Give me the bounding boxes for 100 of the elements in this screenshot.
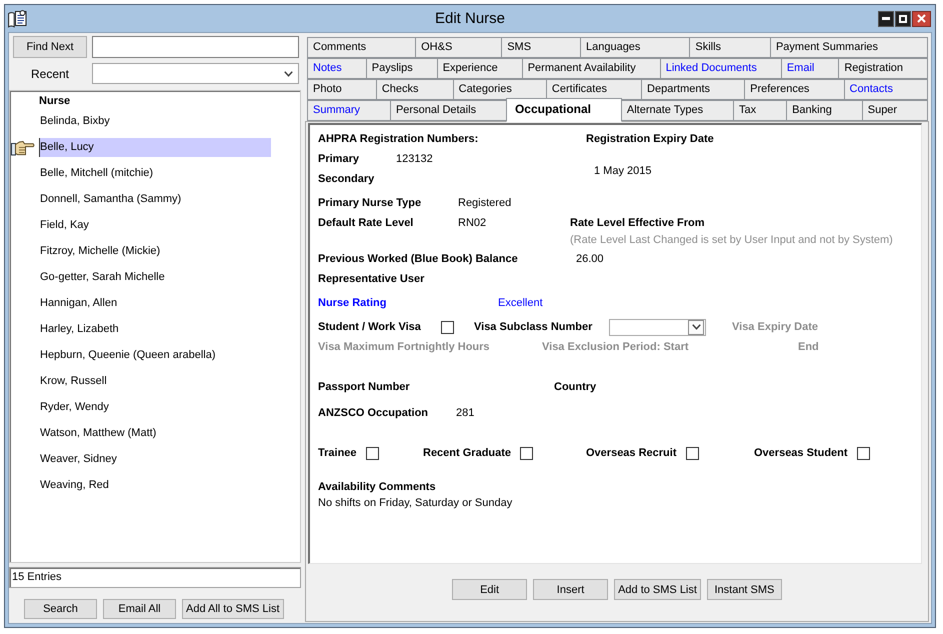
tab[interactable]: SMS: [501, 37, 581, 58]
field-value: Excellent: [498, 296, 543, 311]
nurse-list-item[interactable]: Donnell, Samantha (Sammy): [39, 190, 271, 208]
field-label: Primary Nurse Type: [318, 196, 422, 211]
field-label: Overseas Recruit: [586, 447, 676, 459]
recent-label: Recent: [30, 66, 70, 80]
tab[interactable]: Linked Documents: [660, 58, 782, 79]
maximize-button[interactable]: [895, 10, 911, 26]
tab[interactable]: OH&S: [415, 37, 502, 58]
field-label: Visa Exclusion Period: Start: [542, 340, 689, 355]
section-heading: Registration Expiry Date: [586, 132, 714, 147]
field-value: Registered: [458, 196, 512, 211]
tab[interactable]: Email: [780, 58, 840, 79]
tab[interactable]: Categories: [452, 79, 547, 100]
field-value: No shifts on Friday, Saturday or Sunday: [318, 496, 512, 511]
nurse-list-item[interactable]: Go-getter, Sarah Michelle: [39, 268, 271, 286]
pointing-hand-icon: [11, 138, 35, 156]
close-icon: [917, 14, 926, 23]
field-label: Secondary: [318, 172, 374, 187]
tab[interactable]: Departments: [641, 79, 746, 100]
book-document-icon: [8, 10, 27, 28]
field-label: Representative User: [318, 272, 424, 287]
tab[interactable]: Permanent Availability: [522, 58, 661, 79]
find-next-button[interactable]: Find Next: [13, 36, 87, 58]
tab[interactable]: Payment Summaries: [770, 37, 928, 58]
field-label: Visa Maximum Fortnightly Hours: [318, 340, 490, 355]
tab[interactable]: Preferences: [744, 79, 845, 100]
nurse-list-item[interactable]: Belle, Lucy: [39, 138, 271, 156]
field-label: Default Rate Level: [318, 216, 414, 231]
entries-count: 15 Entries: [9, 567, 301, 588]
visa-subclass-dropdown[interactable]: [609, 318, 706, 336]
tab[interactable]: Notes: [307, 58, 367, 79]
hint-text: (Rate Level Last Changed is set by User Input and not by System): [570, 233, 893, 248]
tab[interactable]: Alternate Types: [620, 100, 734, 121]
field-label: Primary: [318, 152, 359, 167]
field-label: Rate Level Effective From: [570, 216, 704, 231]
tab[interactable]: Photo: [307, 79, 377, 100]
field-label: Passport Number: [318, 380, 410, 395]
checkbox[interactable]: [520, 446, 534, 460]
nurse-list-item[interactable]: Ryder, Wendy: [39, 398, 271, 416]
recent-dropdown[interactable]: [92, 63, 299, 84]
tab[interactable]: Comments: [307, 37, 416, 58]
tab[interactable]: Personal Details: [390, 100, 507, 121]
form-action-button[interactable]: Edit: [452, 579, 528, 600]
field-label: Country: [554, 380, 596, 395]
nurse-list-item[interactable]: Field, Kay: [39, 216, 271, 234]
field-value: 281: [456, 406, 474, 421]
field-label: Visa Subclass Number: [474, 320, 592, 335]
tab[interactable]: Super: [862, 100, 928, 121]
tab[interactable]: Summary: [307, 100, 391, 121]
tab[interactable]: Payslips: [366, 58, 438, 79]
field-label: Visa Expiry Date: [732, 320, 818, 335]
tab[interactable]: Certificates: [546, 79, 642, 100]
form-action-button[interactable]: Instant SMS: [706, 579, 782, 600]
checkbox[interactable]: [856, 446, 870, 460]
tab[interactable]: Languages: [580, 37, 690, 58]
field-label: Student / Work Visa: [318, 320, 421, 335]
field-label: Previous Worked (Blue Book) Balance: [318, 252, 518, 267]
tab[interactable]: Skills: [689, 37, 771, 58]
nurse-list-item[interactable]: Belinda, Bixby: [39, 112, 271, 130]
checkbox[interactable]: [686, 446, 698, 460]
nurse-list-item[interactable]: Hepburn, Queenie (Queen arabella): [39, 346, 271, 364]
section-heading: AHPRA Registration Numbers:: [318, 132, 478, 147]
minimize-button[interactable]: [878, 10, 894, 26]
chevron-down-icon: [284, 70, 293, 76]
form-action-button[interactable]: Add to SMS List: [614, 579, 701, 600]
field-label: End: [798, 340, 819, 355]
nurse-list-item[interactable]: Weaver, Sidney: [39, 450, 271, 468]
field-value: 26.00: [576, 252, 604, 267]
field-label: Overseas Student: [754, 447, 848, 459]
field-label: ANZSCO Occupation: [318, 406, 428, 421]
list-action-button[interactable]: Add All to SMS List: [182, 599, 284, 619]
field-label: Nurse Rating: [318, 296, 386, 311]
tab[interactable]: Registration: [838, 58, 928, 79]
nurse-list-item[interactable]: Weaving, Red: [39, 476, 271, 494]
form-action-button[interactable]: Insert: [533, 579, 608, 600]
nurse-list-item[interactable]: Watson, Matthew (Matt): [39, 424, 271, 442]
minimize-icon: [882, 17, 890, 20]
field-label: Trainee: [318, 447, 357, 459]
tab[interactable]: Occupational: [506, 98, 622, 122]
tab[interactable]: Checks: [376, 79, 454, 100]
nurse-list-item[interactable]: Fitzroy, Michelle (Mickie): [39, 242, 271, 260]
tab[interactable]: Experience: [436, 58, 523, 79]
checkbox[interactable]: [366, 446, 379, 460]
tab[interactable]: Contacts: [844, 79, 928, 100]
field-label: Recent Graduate: [423, 447, 512, 459]
nurse-list-item[interactable]: Belle, Mitchell (mitchie): [39, 164, 271, 182]
list-action-button[interactable]: Email All: [103, 599, 176, 619]
checkbox[interactable]: [441, 320, 454, 334]
find-field[interactable]: [92, 36, 299, 58]
close-button[interactable]: [912, 10, 931, 26]
tab[interactable]: Banking: [786, 100, 863, 121]
tab[interactable]: Tax: [733, 100, 788, 121]
nurse-list-item[interactable]: Hannigan, Allen: [39, 294, 271, 312]
chevron-down-icon: [692, 324, 700, 330]
column-header: Nurse: [39, 94, 70, 108]
list-action-button[interactable]: Search: [24, 599, 97, 619]
field-label: Availability Comments: [318, 480, 436, 495]
nurse-list-item[interactable]: Harley, Lizabeth: [39, 320, 271, 338]
nurse-list-item[interactable]: Krow, Russell: [39, 372, 271, 390]
